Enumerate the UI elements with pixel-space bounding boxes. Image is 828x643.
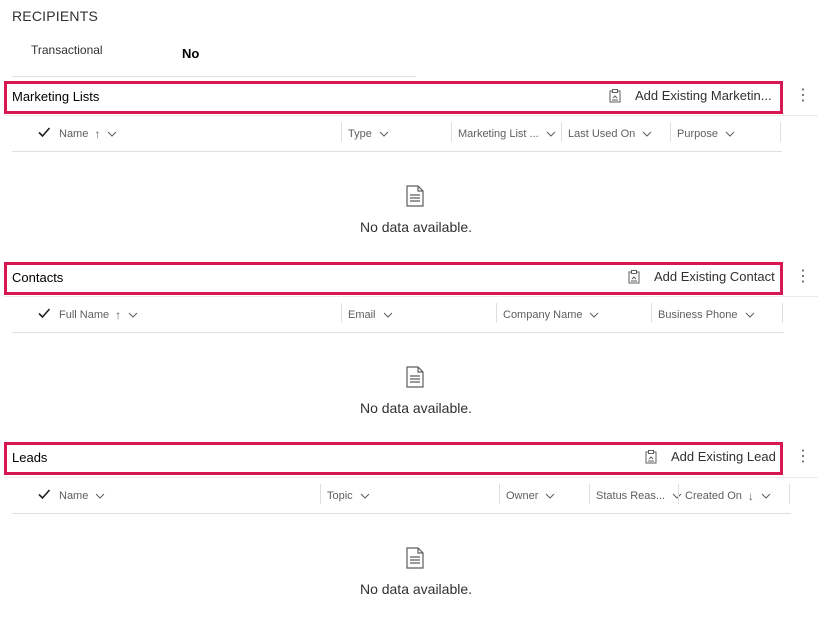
sort-descending-icon: ↓ xyxy=(747,489,754,503)
column-header-last-used-on[interactable]: Last Used On xyxy=(568,119,652,149)
column-header-full-name[interactable]: Full Name ↑ xyxy=(59,300,138,330)
column-label: Owner xyxy=(506,490,539,502)
column-separator[interactable] xyxy=(496,303,497,323)
header-divider xyxy=(12,513,791,514)
column-label: Topic xyxy=(327,490,353,502)
transactional-value[interactable]: No xyxy=(182,46,199,61)
column-label: Last Used On xyxy=(568,128,636,140)
marketing-lists-title: Marketing Lists xyxy=(12,89,100,104)
command-bar-divider xyxy=(4,115,818,116)
column-header-created-on[interactable]: Created On ↓ xyxy=(685,481,771,511)
command-bar-divider xyxy=(4,477,818,478)
column-separator[interactable] xyxy=(499,484,500,504)
command-bar-divider xyxy=(4,296,818,297)
column-separator[interactable] xyxy=(678,484,679,504)
column-label: Type xyxy=(348,128,372,140)
document-icon xyxy=(406,366,424,388)
column-header-business-phone[interactable]: Business Phone xyxy=(658,300,755,330)
document-icon xyxy=(406,185,424,207)
column-separator[interactable] xyxy=(589,484,590,504)
leads-command-bar: Leads Add Existing Lead xyxy=(4,442,783,475)
add-existing-marketing-list-button[interactable]: Add Existing Marketin... xyxy=(609,88,772,103)
document-icon xyxy=(406,547,424,569)
column-separator[interactable] xyxy=(789,484,790,504)
more-vertical-icon[interactable]: ⋮ xyxy=(795,268,811,286)
leads-title: Leads xyxy=(12,450,48,465)
column-header-name[interactable]: Name ↑ xyxy=(59,119,117,149)
chevron-down-icon xyxy=(745,312,754,318)
chevron-down-icon xyxy=(725,131,735,137)
more-vertical-icon[interactable]: ⋮ xyxy=(795,87,811,105)
checkmark-icon[interactable] xyxy=(37,125,51,139)
sort-ascending-icon: ↑ xyxy=(94,127,101,141)
chevron-down-icon xyxy=(360,493,370,499)
column-label: Marketing List ... xyxy=(458,128,539,140)
column-header-topic[interactable]: Topic xyxy=(327,481,370,511)
section-heading: RECIPIENTS xyxy=(12,8,99,24)
header-divider xyxy=(12,151,782,152)
sort-ascending-icon: ↑ xyxy=(115,308,122,322)
column-header-company-name[interactable]: Company Name xyxy=(503,300,599,330)
checkmark-icon[interactable] xyxy=(37,306,51,320)
transactional-label: Transactional xyxy=(31,43,103,57)
clipboard-add-icon xyxy=(609,88,621,102)
column-label: Name xyxy=(59,128,89,140)
column-separator[interactable] xyxy=(451,122,452,142)
column-label: Name xyxy=(59,490,89,502)
more-vertical-icon[interactable]: ⋮ xyxy=(795,448,811,466)
column-separator[interactable] xyxy=(341,303,342,323)
column-header-marketing-list[interactable]: Marketing List ... xyxy=(458,119,556,149)
empty-state-text: No data available. xyxy=(359,219,473,235)
add-existing-lead-button[interactable]: Add Existing Lead xyxy=(645,449,776,464)
chevron-down-icon xyxy=(379,131,389,137)
column-separator[interactable] xyxy=(651,303,652,323)
leads-header-row: Name Topic Owner Status Reas... Created … xyxy=(12,481,791,514)
column-separator[interactable] xyxy=(561,122,562,142)
chevron-down-icon xyxy=(95,493,105,499)
marketing-lists-header-row: Name ↑ Type Marketing List ... Last Used… xyxy=(12,119,782,152)
chevron-down-icon xyxy=(128,312,138,318)
column-label: Status Reas... xyxy=(596,490,666,502)
column-separator[interactable] xyxy=(670,122,671,142)
column-label: Company Name xyxy=(503,309,583,321)
checkmark-icon[interactable] xyxy=(37,487,51,501)
chevron-down-icon xyxy=(383,312,392,318)
contacts-title: Contacts xyxy=(12,270,64,285)
add-existing-contact-button[interactable]: Add Existing Contact xyxy=(628,269,775,284)
column-label: Purpose xyxy=(677,128,718,140)
field-divider xyxy=(12,76,416,77)
column-header-name[interactable]: Name xyxy=(59,481,105,511)
marketing-lists-command-bar: Marketing Lists Add Existing Marketin... xyxy=(4,81,783,114)
column-header-status-reason[interactable]: Status Reas... xyxy=(596,481,682,511)
column-label: Business Phone xyxy=(658,309,738,321)
clipboard-add-icon xyxy=(628,269,640,283)
add-existing-lead-label: Add Existing Lead xyxy=(671,449,776,464)
add-existing-marketing-list-label: Add Existing Marketin... xyxy=(635,88,772,103)
column-separator[interactable] xyxy=(341,122,342,142)
column-label: Created On xyxy=(685,490,742,502)
chevron-down-icon xyxy=(761,493,771,499)
column-header-owner[interactable]: Owner xyxy=(506,481,555,511)
chevron-down-icon xyxy=(546,131,556,137)
column-separator[interactable] xyxy=(780,122,781,142)
chevron-down-icon xyxy=(642,131,652,137)
empty-state-text: No data available. xyxy=(359,581,473,597)
clipboard-add-icon xyxy=(645,449,657,463)
column-header-purpose[interactable]: Purpose xyxy=(677,119,735,149)
column-label: Full Name xyxy=(59,309,110,321)
contacts-command-bar: Contacts Add Existing Contact xyxy=(4,262,783,295)
chevron-down-icon xyxy=(546,493,555,499)
column-header-type[interactable]: Type xyxy=(348,119,389,149)
add-existing-contact-label: Add Existing Contact xyxy=(654,269,775,284)
contacts-header-row: Full Name ↑ Email Company Name Business … xyxy=(12,300,784,333)
column-header-email[interactable]: Email xyxy=(348,300,393,330)
chevron-down-icon xyxy=(590,312,599,318)
column-separator[interactable] xyxy=(782,303,783,323)
column-label: Email xyxy=(348,309,376,321)
chevron-down-icon xyxy=(107,131,117,137)
header-divider xyxy=(12,332,784,333)
empty-state-text: No data available. xyxy=(359,400,473,416)
column-separator[interactable] xyxy=(320,484,321,504)
